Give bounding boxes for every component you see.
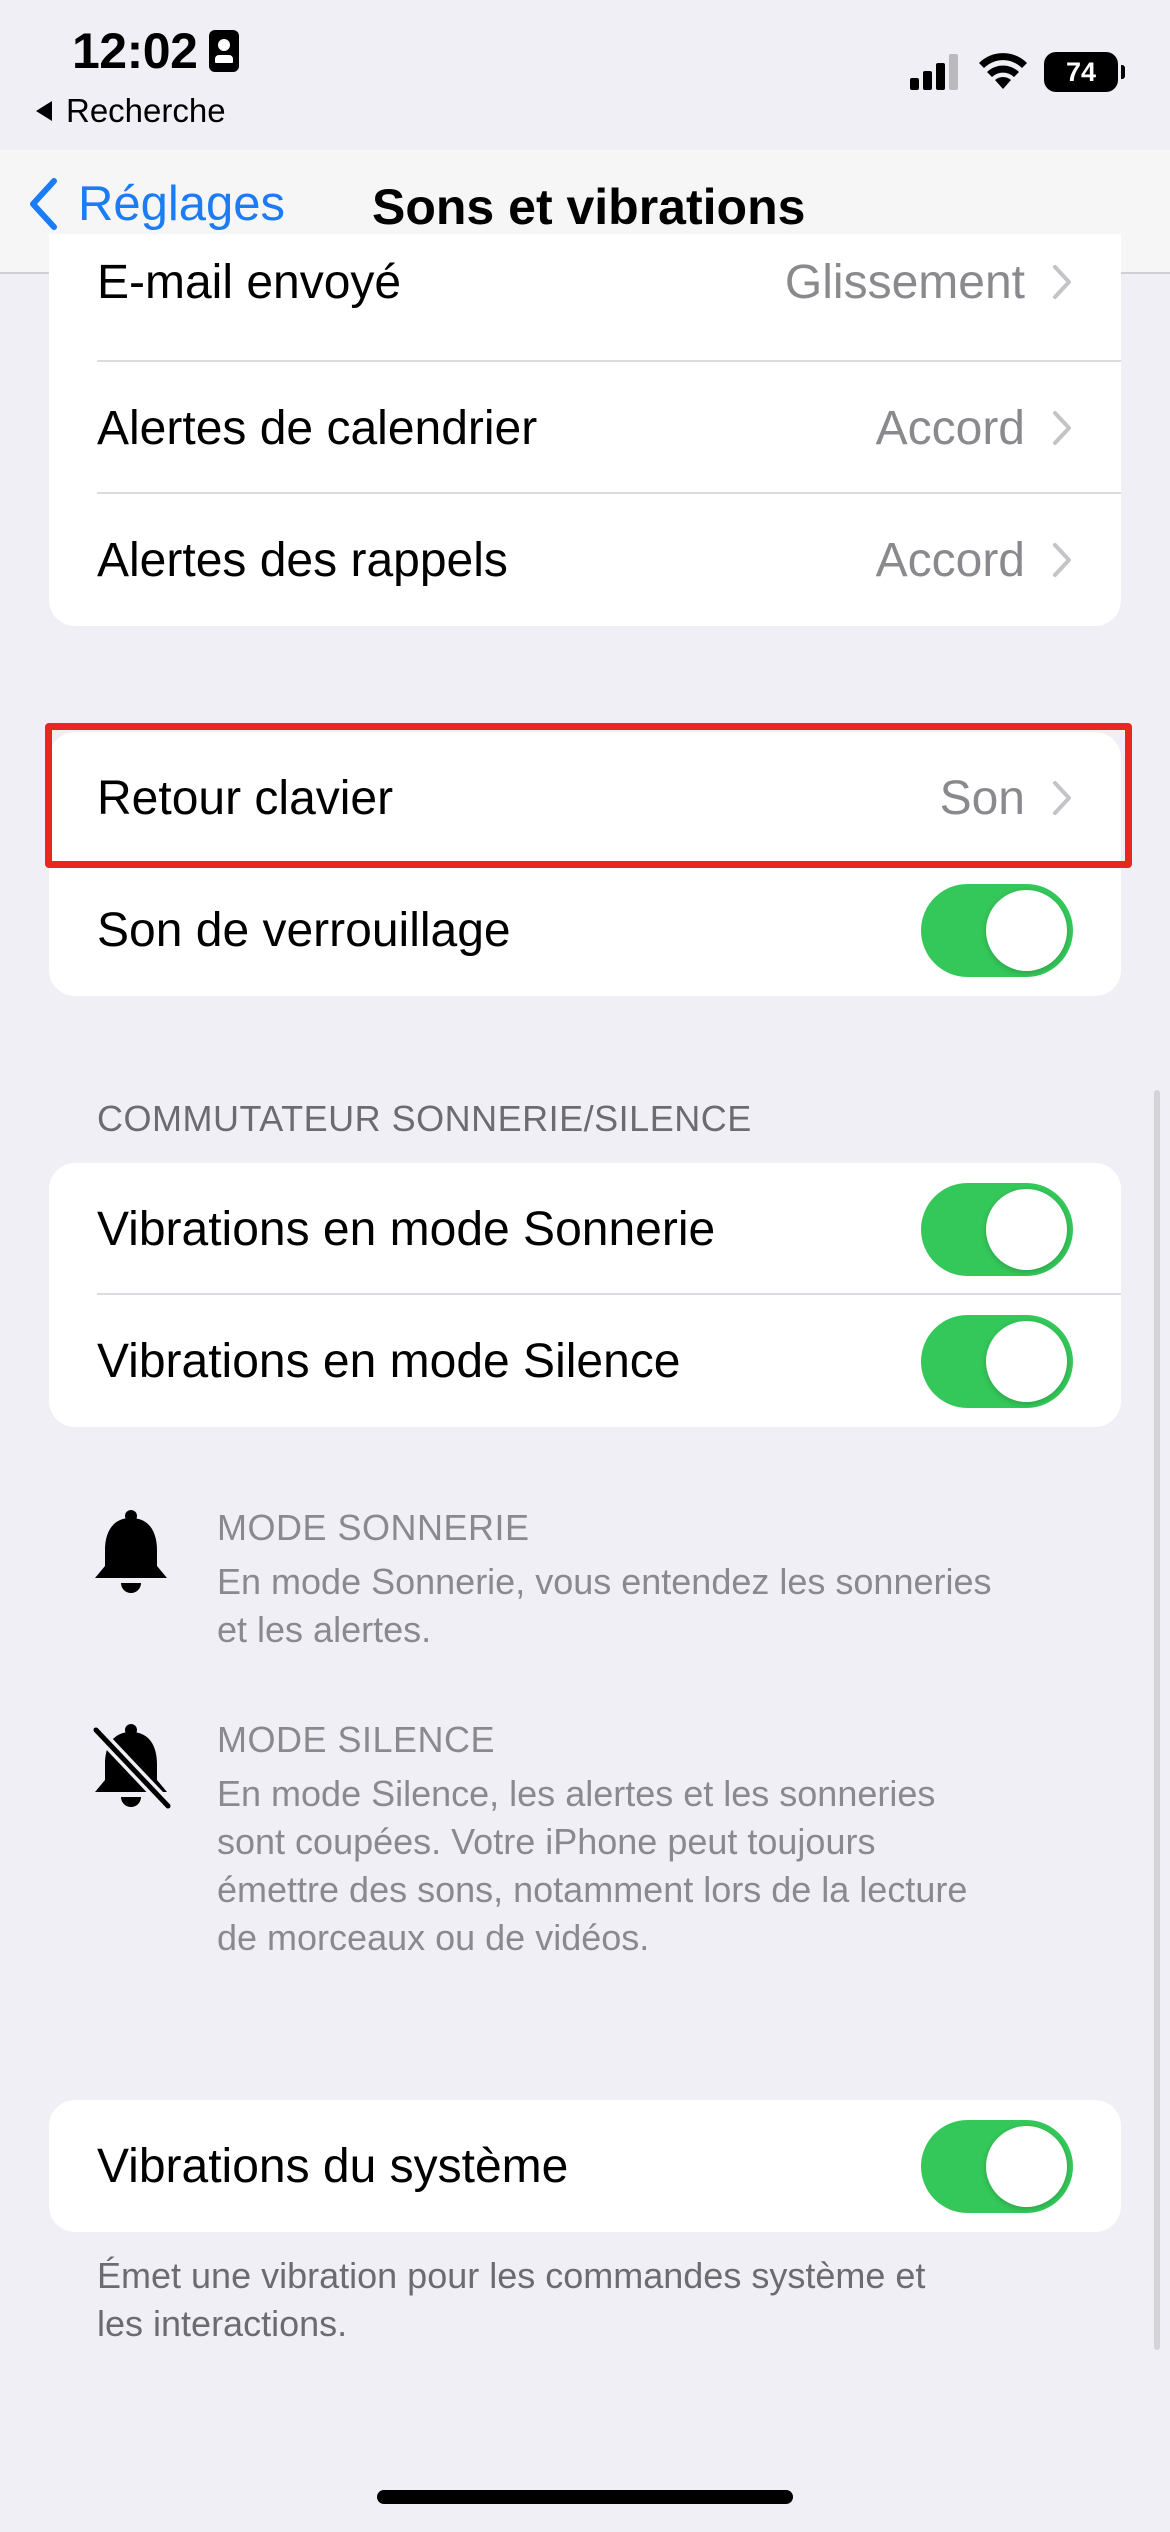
- silent-mode-title: MODE SILENCE: [217, 1719, 496, 1760]
- back-triangle-icon: [36, 101, 52, 121]
- highlight-box: [45, 723, 1132, 868]
- status-time: 12:02: [72, 22, 240, 80]
- back-button[interactable]: Réglages: [28, 176, 285, 232]
- section-header-ring-silent: COMMUTATEUR SONNERIE/SILENCE: [97, 1098, 752, 1139]
- contact-card-icon: [209, 30, 240, 72]
- chevron-right-icon: [1053, 265, 1071, 299]
- row-reminder-alerts[interactable]: Alertes des rappels Accord: [49, 494, 1121, 626]
- bell-icon: [95, 1510, 167, 1593]
- chevron-right-icon: [1053, 411, 1071, 445]
- status-time-text: 12:02: [72, 23, 198, 79]
- footer-line-1: Émet une vibration pour les commandes sy…: [97, 2255, 926, 2296]
- silent-mode-info: MODE SILENCE En mode Silence, les alerte…: [217, 1716, 1097, 1962]
- footer-line-2: les interactions.: [97, 2303, 348, 2344]
- system-haptics-toggle[interactable]: [921, 2119, 1073, 2213]
- ring-silent-group: Vibrations en mode Sonnerie Vibrations e…: [49, 1163, 1121, 1427]
- silent-mode-line-2: sont coupées. Votre iPhone peut toujours: [217, 1821, 876, 1862]
- lock-sound-toggle[interactable]: [921, 883, 1073, 977]
- bell-slash-icon: [90, 1724, 174, 1812]
- system-haptics-group: Vibrations du système: [49, 2100, 1121, 2232]
- row-vibrate-on-silent: Vibrations en mode Silence: [49, 1295, 1121, 1427]
- row-vibrate-on-ring: Vibrations en mode Sonnerie: [49, 1163, 1121, 1295]
- back-app-label: Recherche: [66, 92, 226, 129]
- toggle-knob: [986, 1188, 1067, 1270]
- vibrate-on-silent-toggle[interactable]: [921, 1314, 1073, 1408]
- row-label: Vibrations en mode Sonnerie: [97, 1202, 716, 1256]
- row-system-haptics: Vibrations du système: [49, 2100, 1121, 2232]
- row-value: Glissement: [784, 255, 1025, 309]
- cellular-signal-icon: [910, 54, 958, 90]
- toggle-knob: [986, 1320, 1067, 1402]
- row-label: Alertes des rappels: [97, 533, 508, 587]
- scroll-indicator: [1154, 1090, 1160, 2350]
- silent-mode-line-3: émettre des sons, notamment lors de la l…: [217, 1869, 968, 1910]
- toggle-knob: [986, 889, 1067, 971]
- chevron-left-icon: [30, 178, 57, 230]
- ring-mode-title: MODE SONNERIE: [217, 1507, 530, 1548]
- ring-mode-info: MODE SONNERIE En mode Sonnerie, vous ent…: [217, 1504, 1097, 1654]
- row-value: Accord: [875, 401, 1025, 455]
- row-label: Vibrations du système: [97, 2139, 569, 2193]
- ring-mode-line-1: En mode Sonnerie, vous entendez les sonn…: [217, 1561, 992, 1602]
- row-label: Vibrations en mode Silence: [97, 1334, 681, 1388]
- ring-mode-line-2: et les alertes.: [217, 1609, 432, 1650]
- battery-icon: 74: [1044, 52, 1125, 92]
- silent-mode-line-1: En mode Silence, les alertes et les sonn…: [217, 1773, 936, 1814]
- back-button-label: Réglages: [78, 177, 286, 231]
- row-sent-mail[interactable]: E-mail envoyé Glissement: [49, 234, 1121, 362]
- system-haptics-footer: Émet une vibration pour les commandes sy…: [97, 2252, 1077, 2348]
- row-lock-sound: Son de verrouillage: [49, 864, 1121, 996]
- chevron-right-icon: [1053, 543, 1071, 577]
- back-to-app-link[interactable]: Recherche: [36, 92, 226, 130]
- row-calendar-alerts[interactable]: Alertes de calendrier Accord: [49, 362, 1121, 494]
- row-label: Son de verrouillage: [97, 903, 511, 957]
- home-indicator[interactable]: [377, 2490, 793, 2504]
- row-label: E-mail envoyé: [97, 255, 402, 309]
- toggle-knob: [986, 2125, 1067, 2207]
- row-value: Accord: [875, 533, 1025, 587]
- silent-mode-line-4: de morceaux ou de vidéos.: [217, 1917, 650, 1958]
- vibrate-on-ring-toggle[interactable]: [921, 1182, 1073, 1276]
- row-label: Alertes de calendrier: [97, 401, 538, 455]
- status-indicators: 74: [910, 52, 1125, 92]
- wifi-icon: [979, 53, 1027, 89]
- battery-level: 74: [1065, 56, 1097, 87]
- sounds-group: E-mail envoyé Glissement Alertes de cale…: [49, 234, 1121, 626]
- settings-screen: 12:02 Recherche 74 Réglages Sons et vibr…: [0, 0, 1170, 2532]
- page-title: Sons et vibrations: [372, 179, 806, 235]
